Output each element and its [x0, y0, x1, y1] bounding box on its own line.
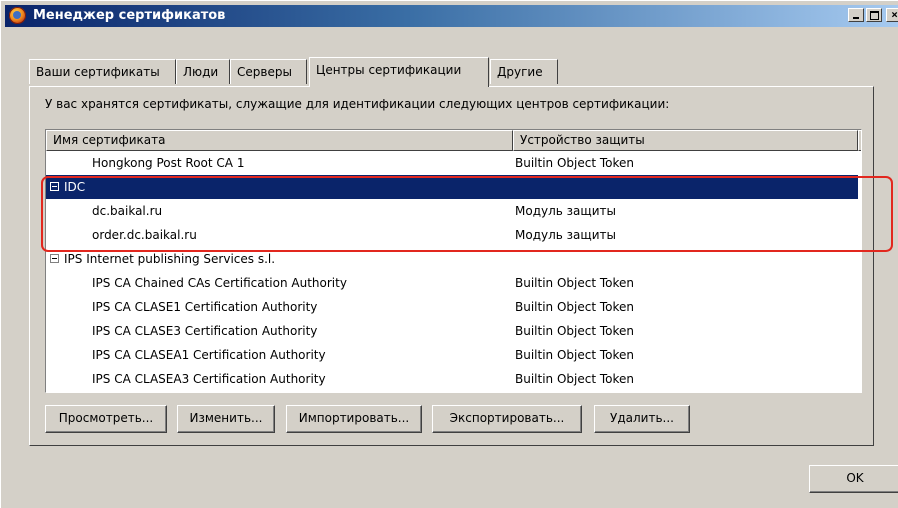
tree-group-row[interactable]: IPS Internet publishing Services s.l. — [46, 247, 858, 271]
group-name: IPS Internet publishing Services s.l. — [64, 252, 276, 266]
security-device: Builtin Object Token — [515, 300, 635, 314]
tree-row[interactable]: dc.baikal.ru Модуль защиты — [46, 199, 858, 223]
import-button[interactable]: Импортировать... — [286, 405, 422, 433]
tab-your-certificates[interactable]: Ваши сертификаты — [29, 59, 176, 84]
security-device: Модуль защиты — [515, 228, 616, 242]
certificate-tree[interactable]: Имя сертификата Устройство защиты ⊞ Hong… — [45, 129, 862, 393]
delete-button[interactable]: Удалить... — [594, 405, 690, 433]
tree-row[interactable]: Hongkong Post Root CA 1 Builtin Object T… — [46, 151, 858, 175]
certificate-name: dc.baikal.ru — [92, 204, 163, 218]
maximize-button[interactable] — [866, 8, 882, 22]
tab-others[interactable]: Другие — [490, 59, 558, 84]
close-button[interactable]: × — [886, 8, 898, 22]
ok-button[interactable]: OK — [809, 465, 898, 493]
minimize-button[interactable] — [848, 8, 864, 22]
security-device: Builtin Object Token — [515, 324, 635, 338]
certificate-name: IPS CA CLASEA1 Certification Authority — [92, 348, 326, 362]
group-name: IDC — [64, 180, 86, 194]
view-button[interactable]: Просмотреть... — [45, 405, 167, 433]
certificate-name: order.dc.baikal.ru — [92, 228, 197, 242]
tree-row[interactable]: IPS CA Chained CAs Certification Authori… — [46, 271, 858, 295]
title-bar[interactable]: Менеджер сертификатов × — [5, 5, 898, 27]
certificate-name: IPS CA CLASEA3 Certification Authority — [92, 372, 326, 386]
tab-people[interactable]: Люди — [176, 59, 230, 84]
window-title: Менеджер сертификатов — [33, 8, 226, 23]
edit-button[interactable]: Изменить... — [177, 405, 275, 433]
tree-row[interactable]: IPS CA CLASEA3 Certification Authority B… — [46, 367, 858, 391]
security-device: Builtin Object Token — [515, 276, 635, 290]
firefox-icon — [9, 7, 26, 24]
export-button[interactable]: Экспортировать... — [432, 405, 582, 433]
column-picker-icon[interactable]: ⊞ — [858, 130, 861, 151]
tree-row[interactable]: IPS CA CLASEA1 Certification Authority B… — [46, 343, 858, 367]
tree-row[interactable]: IPS CA CLASE3 Certification Authority Bu… — [46, 319, 858, 343]
tab-servers[interactable]: Серверы — [230, 59, 307, 84]
collapse-icon[interactable] — [50, 182, 59, 191]
security-device: Builtin Object Token — [515, 156, 635, 170]
tab-authorities[interactable]: Центры сертификации — [309, 57, 489, 87]
tree-row[interactable]: IPS CA CLASE1 Certification Authority Bu… — [46, 295, 858, 319]
column-header-device[interactable]: Устройство защиты — [513, 130, 858, 151]
tree-header: Имя сертификата Устройство защиты ⊞ — [46, 130, 861, 151]
certificate-name: IPS CA Chained CAs Certification Authori… — [92, 276, 347, 290]
tree-group-row[interactable]: IDC — [46, 175, 858, 199]
certificate-name: IPS CA CLASE3 Certification Authority — [92, 324, 318, 338]
certificate-name: Hongkong Post Root CA 1 — [92, 156, 245, 170]
certificate-manager-window: Менеджер сертификатов × Ваши сертификаты… — [0, 0, 898, 508]
certificate-name: IPS CA CLASE1 Certification Authority — [92, 300, 318, 314]
column-header-name[interactable]: Имя сертификата — [46, 130, 513, 151]
collapse-icon[interactable] — [50, 254, 59, 263]
security-device: Builtin Object Token — [515, 372, 635, 386]
tree-row[interactable]: order.dc.baikal.ru Модуль защиты — [46, 223, 858, 247]
authorities-description: У вас хранятся сертификаты, служащие для… — [45, 97, 670, 111]
security-device: Модуль защиты — [515, 204, 616, 218]
security-device: Builtin Object Token — [515, 348, 635, 362]
